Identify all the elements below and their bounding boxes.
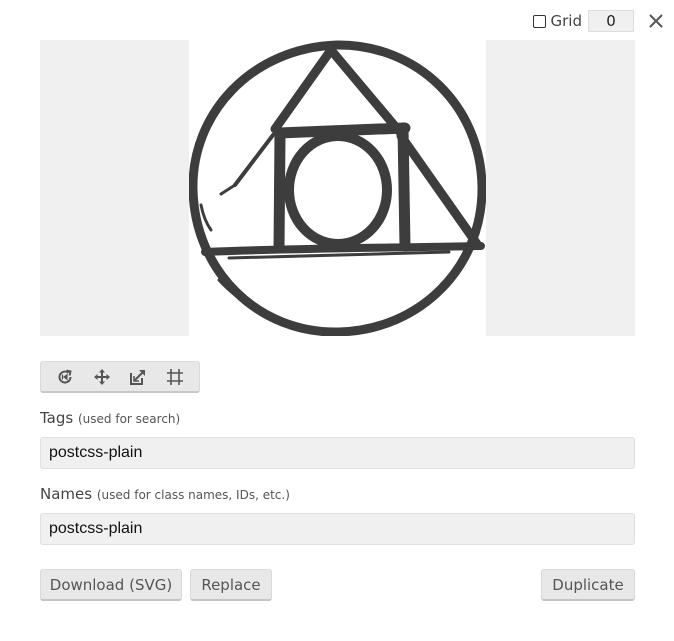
top-bar: Grid	[532, 9, 664, 33]
tags-hint: (used for search)	[78, 412, 181, 426]
grid-checkbox[interactable]	[532, 14, 546, 28]
names-label-text: Names	[40, 485, 93, 503]
icon-preview	[188, 40, 487, 337]
replace-button[interactable]: Replace	[190, 569, 272, 601]
names-label: Names (used for class names, IDs, etc.)	[40, 485, 290, 503]
tags-label-text: Tags	[40, 409, 74, 427]
postcss-logo-icon	[188, 40, 487, 337]
names-hint: (used for class names, IDs, etc.)	[96, 488, 290, 502]
preview-padding-left	[40, 40, 189, 336]
preview-padding-right	[486, 40, 635, 336]
rotate-icon	[58, 369, 72, 384]
crop-icon	[166, 368, 183, 385]
close-icon	[649, 14, 663, 28]
tags-label: Tags (used for search)	[40, 409, 180, 427]
move-button[interactable]	[88, 364, 116, 390]
icon-preview-area	[40, 40, 635, 337]
download-svg-button[interactable]: Download (SVG)	[40, 569, 182, 601]
grid-label: Grid	[550, 12, 582, 30]
icon-editor-dialog: Grid 0 Tags (used for search) postcss-pl…	[0, 0, 674, 641]
transform-toolbar	[40, 361, 200, 393]
crop-button[interactable]	[161, 364, 189, 390]
duplicate-button[interactable]: Duplicate	[541, 569, 635, 601]
move-icon	[93, 368, 110, 385]
resize-icon	[130, 369, 146, 385]
grid-toggle[interactable]: Grid	[532, 12, 582, 30]
tags-input[interactable]	[40, 437, 635, 469]
grid-size-input[interactable]	[588, 10, 634, 32]
rotate-button[interactable]	[51, 364, 79, 390]
resize-button[interactable]	[124, 364, 152, 390]
names-input[interactable]	[40, 513, 635, 545]
close-button[interactable]	[648, 13, 664, 29]
